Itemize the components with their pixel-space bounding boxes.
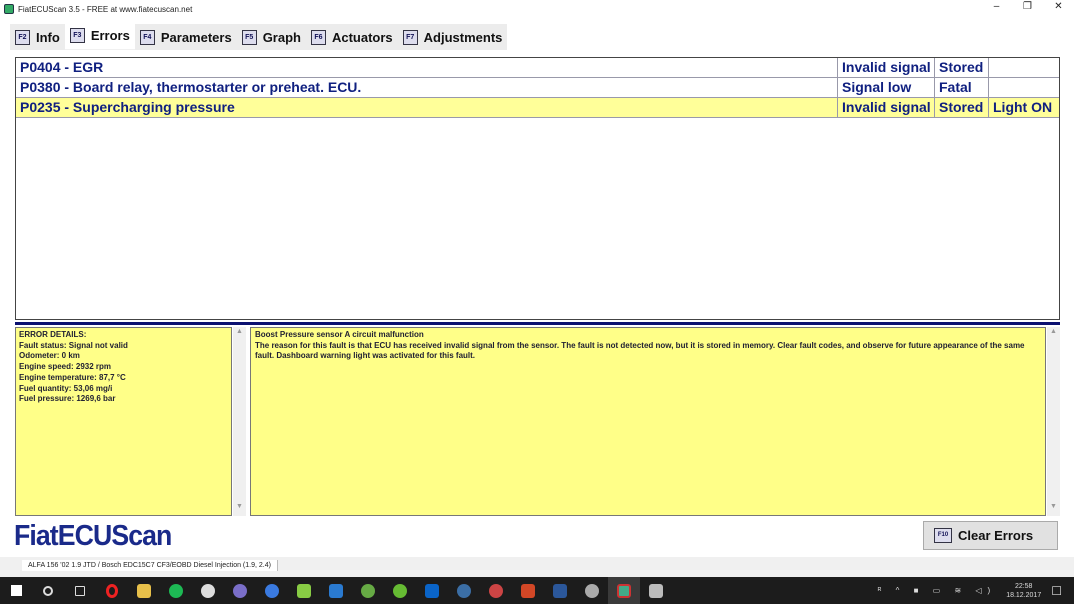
error-description-panel: Boost Pressure sensor A circuit malfunct… [250,327,1046,516]
detail-line: Engine temperature: 87,7 °C [19,372,126,382]
error-state: Fatal [935,78,989,97]
app-icon[interactable] [480,577,512,604]
f6-key-icon: F6 [310,29,326,45]
tab-bar: F2 Info F3 Errors F4 Parameters F5 Graph F6 A… [10,21,508,50]
error-type: Invalid signal [838,98,935,117]
f10-key-icon: F10 [934,528,952,543]
app-icon [4,4,14,14]
description-scrollbar[interactable]: ▲ ▼ [1047,327,1060,516]
vehicle-info: ALFA 156 '02 1.9 JTD / Bosch EDC15C7 CF3… [22,560,278,571]
splitter[interactable] [15,322,1060,325]
tab-label: Actuators [331,29,393,45]
tab-label: Parameters [160,29,232,45]
app-icon[interactable] [576,577,608,604]
error-row[interactable]: P0404 - EGR Invalid signal Stored [16,58,1059,78]
error-code: P0235 - Supercharging pressure [16,98,838,117]
error-details-panel: ERROR DETAILS: Fault status: Signal not … [15,327,232,516]
app-icon[interactable] [640,577,672,604]
search-icon[interactable] [32,577,64,604]
postgres-icon[interactable] [448,577,480,604]
tray-icons[interactable]: ᴿ ^ ■ ▭ ≋ ◁) [878,586,996,595]
file-explorer-icon[interactable] [128,577,160,604]
app-icon[interactable] [192,577,224,604]
clear-errors-button[interactable]: F10 Clear Errors [923,521,1058,550]
utorrent-icon[interactable] [384,577,416,604]
f2-key-icon: F2 [15,29,30,45]
system-tray: ᴿ ^ ■ ▭ ≋ ◁) 22:58 18.12.2017 ☐ [878,577,1074,604]
error-state: Stored [935,58,989,77]
minimize-button[interactable]: – [981,0,1012,14]
f5-key-icon: F5 [241,29,257,45]
close-button[interactable]: ✕ [1043,0,1074,14]
tab-label: Adjustments [423,29,503,45]
error-light: Light ON [993,99,1053,115]
task-view-icon[interactable] [64,577,96,604]
error-row-selected[interactable]: P0235 - Supercharging pressure Invalid s… [16,98,1059,118]
app-icon[interactable] [320,577,352,604]
detail-line: Fault status: Signal not valid [19,340,128,350]
word-icon[interactable] [544,577,576,604]
description-body: The reason for this fault is that ECU ha… [255,340,1025,361]
status-bar: ALFA 156 '02 1.9 JTD / Bosch EDC15C7 CF3… [0,557,1074,577]
details-heading: ERROR DETAILS: [19,330,87,339]
description-title: Boost Pressure sensor A circuit malfunct… [255,330,424,339]
start-icon[interactable] [0,577,32,604]
tab-label: Errors [90,27,130,43]
tab-label: Info [36,29,60,45]
error-light [989,58,1059,77]
restore-button[interactable]: ❐ [1012,0,1043,14]
tab-errors[interactable]: F3 Errors [64,21,135,49]
error-row[interactable]: P0380 - Board relay, thermostarter or pr… [16,78,1059,98]
tab-actuators[interactable]: F6 Actuators [305,24,398,50]
fiatecuscan-logo: FiatECUScan [14,520,172,552]
tab-graph[interactable]: F5 Graph [236,24,306,50]
notifications-icon[interactable]: ☐ [1051,584,1062,598]
app-icon[interactable] [256,577,288,604]
powerpoint-icon[interactable] [512,577,544,604]
notepad-icon[interactable] [288,577,320,604]
taskbar: ᴿ ^ ■ ▭ ≋ ◁) 22:58 18.12.2017 ☐ [0,577,1074,604]
tab-info[interactable]: F2 Info [10,24,65,50]
f4-key-icon: F4 [139,29,155,45]
error-code: P0404 - EGR [16,58,838,77]
error-type: Invalid signal [838,58,935,77]
tab-adjustments[interactable]: F7 Adjustments [397,24,508,50]
window-title: FiatECUScan 3.5 - FREE at www.fiatecusca… [18,4,193,14]
error-light [989,78,1059,97]
clock-time: 22:58 [1014,582,1033,590]
error-type: Signal low [838,78,935,97]
app-icon[interactable] [224,577,256,604]
clock[interactable]: 22:58 18.12.2017 [1006,582,1041,600]
tab-parameters[interactable]: F4 Parameters [134,24,237,50]
details-scrollbar[interactable]: ▲ ▼ [233,327,246,516]
error-code: P0380 - Board relay, thermostarter or pr… [16,78,838,97]
detail-line: Fuel pressure: 1269,6 bar [19,394,116,404]
detail-line: Fuel quantity: 53,06 mg/i [19,383,113,393]
outlook-icon[interactable] [416,577,448,604]
detail-line: Odometer: 0 km [19,351,80,361]
error-state: Stored [935,98,989,117]
opera-icon[interactable] [96,577,128,604]
android-studio-icon[interactable] [352,577,384,604]
f7-key-icon: F7 [402,29,418,45]
title-bar: FiatECUScan 3.5 - FREE at www.fiatecusca… [0,0,1074,18]
clock-date: 18.12.2017 [1006,591,1042,599]
clear-errors-label: Clear Errors [958,528,1034,543]
detail-line: Engine speed: 2932 rpm [19,362,112,372]
error-list: P0404 - EGR Invalid signal Stored P0380 … [15,57,1060,320]
f3-key-icon: F3 [69,27,85,43]
spotify-icon[interactable] [160,577,192,604]
tab-label: Graph [262,29,301,45]
fiatecuscan-taskbar-icon[interactable] [608,577,640,604]
